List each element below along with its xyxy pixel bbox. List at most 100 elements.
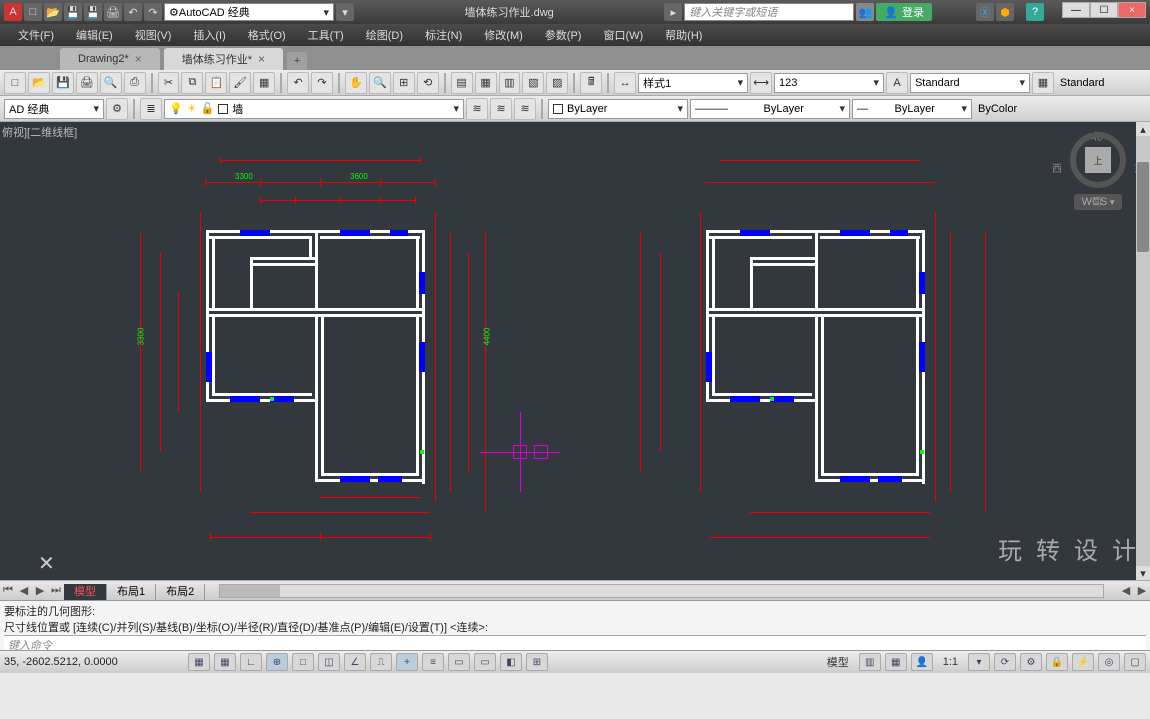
tablestyle-combo[interactable]: Standard: [1056, 73, 1146, 93]
color-combo[interactable]: ByLayer▾: [548, 99, 688, 119]
ortho-toggle[interactable]: ∟: [240, 653, 262, 671]
clean-screen-icon[interactable]: ▢: [1124, 653, 1146, 671]
grid-toggle[interactable]: ▦: [214, 653, 236, 671]
layer-iso-icon[interactable]: ≋: [514, 98, 536, 120]
workspace-small-combo[interactable]: AD 经典▾: [4, 99, 104, 119]
ssm-icon[interactable]: ▧: [522, 72, 544, 94]
undo-button-icon[interactable]: ↶: [287, 72, 309, 94]
isolate-icon[interactable]: ◎: [1098, 653, 1120, 671]
osnap-toggle[interactable]: □: [292, 653, 314, 671]
stayconnected-icon[interactable]: ⬢: [996, 3, 1014, 21]
new-tab-button[interactable]: +: [287, 52, 307, 70]
copy-icon[interactable]: ⧉: [181, 72, 203, 94]
menu-item[interactable]: 工具(T): [298, 24, 354, 46]
annoauto-icon[interactable]: ⟳: [994, 653, 1016, 671]
vertical-scrollbar[interactable]: ▴ ▾: [1136, 122, 1150, 580]
menu-item[interactable]: 插入(I): [183, 24, 235, 46]
print-icon[interactable]: 🖨: [76, 72, 98, 94]
otrack-toggle[interactable]: ∠: [344, 653, 366, 671]
scroll-up-icon[interactable]: ▴: [1136, 122, 1150, 136]
dyn-toggle[interactable]: +: [396, 653, 418, 671]
tabs-prev-icon[interactable]: ◀: [16, 584, 32, 597]
dimstyle-icon[interactable]: ↔: [614, 72, 636, 94]
tablestyle-icon[interactable]: ▦: [1032, 72, 1054, 94]
publish-icon[interactable]: ⎙: [124, 72, 146, 94]
pan-icon[interactable]: ✋: [345, 72, 367, 94]
menu-item[interactable]: 绘图(D): [356, 24, 413, 46]
tpy-toggle[interactable]: ▭: [448, 653, 470, 671]
layer-prev-icon[interactable]: ≋: [466, 98, 488, 120]
close-icon[interactable]: ×: [135, 52, 142, 66]
win-min[interactable]: —: [1062, 2, 1090, 18]
close-icon[interactable]: ×: [258, 52, 265, 66]
menu-item[interactable]: 窗口(W): [593, 24, 653, 46]
annoscale-icon[interactable]: 👤: [911, 653, 933, 671]
redo-button-icon[interactable]: ↷: [311, 72, 333, 94]
document-tab[interactable]: Drawing2*×: [60, 48, 160, 70]
qat-dropdown-icon[interactable]: ▾: [336, 3, 354, 21]
new-file-icon[interactable]: □: [4, 72, 26, 94]
preview-icon[interactable]: 🔍: [100, 72, 122, 94]
annovis-icon[interactable]: ▾: [968, 653, 990, 671]
qv-layouts-icon[interactable]: ▥: [859, 653, 881, 671]
login-button[interactable]: 👤 登录: [876, 3, 932, 21]
search-icon[interactable]: 👥: [856, 3, 874, 21]
menu-item[interactable]: 参数(P): [535, 24, 592, 46]
ucs-icon[interactable]: ✕: [38, 551, 55, 576]
menu-item[interactable]: 格式(O): [238, 24, 296, 46]
layer-combo[interactable]: 💡 ☀ 🔓 墙 ▾: [164, 99, 464, 119]
dim-icon[interactable]: ⟷: [750, 72, 772, 94]
viewcube-ring[interactable]: 上: [1070, 132, 1126, 188]
menu-item[interactable]: 帮助(H): [655, 24, 712, 46]
viewcube[interactable]: 北 西 东 上 南 WCS ▾: [1058, 130, 1138, 230]
ducs-toggle[interactable]: ⎍: [370, 653, 392, 671]
tabs-next-icon[interactable]: ▶: [32, 584, 48, 597]
plotstyle-combo[interactable]: ByColor: [974, 99, 1074, 119]
win-close[interactable]: ×: [1118, 2, 1146, 18]
annotation-scale[interactable]: 1:1: [937, 656, 964, 668]
lineweight-combo[interactable]: — ByLayer▾: [852, 99, 972, 119]
zoom-window-icon[interactable]: ⊞: [393, 72, 415, 94]
help-icon[interactable]: ?: [1026, 3, 1044, 21]
hscroll-right-icon[interactable]: ▶: [1134, 584, 1150, 597]
layer-manager-icon[interactable]: ≣: [140, 98, 162, 120]
layout-tab[interactable]: 布局1: [107, 584, 156, 600]
sc-toggle[interactable]: ◧: [500, 653, 522, 671]
dim-combo[interactable]: 123▾: [774, 73, 884, 93]
plot-icon[interactable]: 🖨: [104, 3, 122, 21]
infocenter-arrow-icon[interactable]: ▸: [664, 3, 682, 21]
textstyle-combo[interactable]: Standard▾: [910, 73, 1030, 93]
search-input[interactable]: 键入关键字或短语: [684, 3, 854, 21]
3dosnap-toggle[interactable]: ◫: [318, 653, 340, 671]
app-menu-icon[interactable]: A: [4, 3, 22, 21]
properties-icon[interactable]: ▤: [451, 72, 473, 94]
scroll-down-icon[interactable]: ▾: [1136, 566, 1150, 580]
save-icon[interactable]: 💾: [64, 3, 82, 21]
hscroll-thumb[interactable]: [220, 585, 280, 597]
save-file-icon[interactable]: 💾: [52, 72, 74, 94]
workspace-combo[interactable]: ⚙ AutoCAD 经典 ▾: [164, 3, 334, 21]
menu-item[interactable]: 编辑(E): [66, 24, 123, 46]
block-icon[interactable]: ▦: [253, 72, 275, 94]
layout-tab[interactable]: 布局2: [156, 584, 205, 600]
menu-item[interactable]: 标注(N): [415, 24, 472, 46]
tabs-first-icon[interactable]: ⏮: [0, 584, 16, 597]
new-icon[interactable]: □: [24, 3, 42, 21]
toolbar-lock-icon[interactable]: 🔒: [1046, 653, 1068, 671]
dc-icon[interactable]: ▦: [475, 72, 497, 94]
drawing-canvas[interactable]: 俯视][二维线框] 北 西 东 上 南 WCS ▾: [0, 122, 1150, 580]
am-toggle[interactable]: ⊞: [526, 653, 548, 671]
qp-toggle[interactable]: ▭: [474, 653, 496, 671]
match-icon[interactable]: 🖌: [229, 72, 251, 94]
markup-icon[interactable]: ▨: [546, 72, 568, 94]
open-icon[interactable]: 📂: [44, 3, 62, 21]
viewcube-top-face[interactable]: 上: [1085, 147, 1111, 173]
lwt-toggle[interactable]: ≡: [422, 653, 444, 671]
menu-item[interactable]: 文件(F): [8, 24, 64, 46]
document-tab[interactable]: 墙体练习作业*×: [164, 48, 283, 70]
linetype-combo[interactable]: ——— ByLayer▾: [690, 99, 850, 119]
model-space-label[interactable]: 模型: [821, 654, 855, 670]
tp-icon[interactable]: ▥: [499, 72, 521, 94]
tabs-last-icon[interactable]: ⏭: [48, 584, 64, 597]
redo-icon[interactable]: ↷: [144, 3, 162, 21]
